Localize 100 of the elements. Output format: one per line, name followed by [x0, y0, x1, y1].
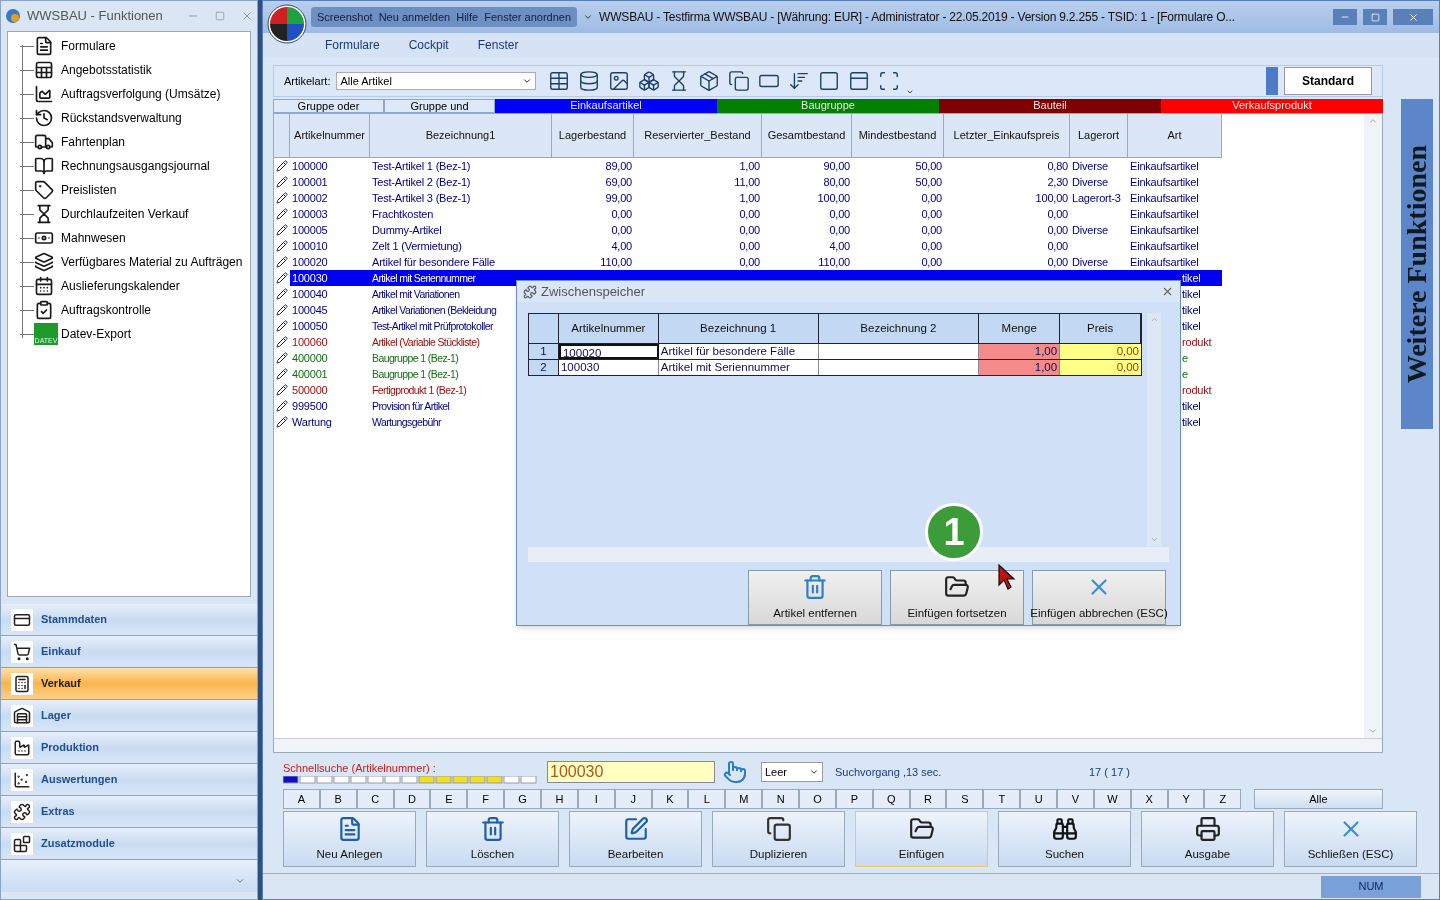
- table-cell-text: tikel: [1182, 399, 1202, 414]
- table-cell-text: Lagerort-3: [1071, 191, 1122, 206]
- table-cell-text: Artikel mit Variationen: [371, 287, 461, 302]
- table-cell-text: 100010: [291, 239, 329, 254]
- table-cell-text: Diverse: [1071, 223, 1109, 238]
- table-cell-text: Test-Artikel mit Prüfprotokoller: [371, 319, 495, 334]
- table-cell-text: 100000: [291, 159, 329, 174]
- table-cell-text: 100,00: [816, 191, 851, 206]
- table-cell-text: Einkaufsartikel: [1129, 159, 1200, 174]
- table-cell-text: tikel: [1182, 271, 1202, 286]
- table-cell-text: 0,00: [738, 239, 761, 254]
- table-cell-text: Einkaufsartikel: [1129, 191, 1200, 206]
- table-cell-text: 11,00: [733, 175, 761, 190]
- table-cell-text: 500000: [291, 383, 329, 398]
- table-cell-text: 50,00: [914, 159, 943, 174]
- num-lock-indicator: NUM: [1321, 875, 1421, 898]
- table-cell-text: 0,00: [920, 239, 943, 254]
- table-cell-text: 90,00: [822, 159, 851, 174]
- search-timing: Suchvorgang ,13 sec.: [835, 764, 943, 780]
- table-cell-text: Baugruppe 1 (Bez-1): [371, 351, 460, 366]
- table-cell-text: 50,00: [914, 175, 943, 190]
- table-cell-text: Test-Artikel 2 (Bez-1): [371, 175, 472, 190]
- table-cell-text: Diverse: [1071, 255, 1109, 270]
- table-cell-text: 69,00: [604, 175, 633, 190]
- table-cell-text: 89,00: [604, 159, 633, 174]
- filter-label: Artikelart:: [284, 73, 331, 89]
- table-cell-text: Wartungsgebühr: [371, 415, 443, 430]
- table-cell-text: 4,00: [610, 239, 633, 254]
- table-cell-text: 0,00: [1046, 223, 1069, 238]
- table-cell-text: Artikel für besondere Fälle: [371, 255, 496, 270]
- table-cell-text: 999500: [291, 399, 329, 414]
- table-cell-text: 100060: [291, 335, 329, 350]
- table-cell-text: 0,00: [828, 207, 851, 222]
- table-cell-text: e: [1182, 351, 1189, 366]
- table-cell-text: 100003: [291, 207, 329, 222]
- table-cell-text: 1,00: [738, 159, 761, 174]
- table-cell-text: 100050: [291, 319, 329, 334]
- table-cell-text: 1,00: [738, 191, 761, 206]
- window-title: WWSBAU - Testfirma WWSBAU - [Währung: EUR] - Administrator - 22.05.2019 - Version 9.2.255 - TSID: 1 - [Formulare O...: [599, 9, 1235, 26]
- table-cell-text: 400001: [291, 367, 329, 382]
- window-title: WWSBAU - Funktionen: [27, 7, 163, 26]
- table-cell-text: Baugruppe 1 (Bez-1): [371, 367, 460, 382]
- table-cell-text: 0,00: [920, 255, 943, 270]
- table-cell-text: 0,00: [738, 207, 761, 222]
- table-cell: Artikel mit Seriennummer: [658, 360, 819, 376]
- table-cell-text: Provision für Artikel: [371, 399, 451, 414]
- table-cell-text: Artikel mit Seriennummer: [371, 271, 477, 286]
- table-cell-text: Diverse: [1071, 159, 1109, 174]
- table-cell: 0,00: [1060, 360, 1141, 376]
- table-cell: 0,00: [1060, 344, 1141, 360]
- table-cell-text: e: [1182, 367, 1189, 382]
- table-cell-text: 100002: [291, 191, 329, 206]
- table-cell-text: Diverse: [1071, 175, 1109, 190]
- table-cell-text: tikel: [1182, 287, 1202, 302]
- table-cell-text: 80,00: [822, 175, 851, 190]
- table-cell-text: 0,00: [1046, 239, 1069, 254]
- table-cell-text: Einkaufsartikel: [1129, 223, 1200, 238]
- table-cell-text: 100005: [291, 223, 329, 238]
- table-cell-text: 110,00: [599, 255, 633, 270]
- table-cell-text: Artikel (Variable Stückliste): [371, 335, 481, 350]
- table-cell-text: Artikel Variationen (Bekleidung: [371, 303, 498, 318]
- table-cell-text: Einkaufsartikel: [1129, 255, 1200, 270]
- table-cell-text: 400000: [291, 351, 329, 366]
- table-cell-text: Dummy-Artikel: [371, 223, 443, 238]
- table-cell: 1,00: [979, 344, 1061, 360]
- table-cell-text: 0,00: [1046, 207, 1069, 222]
- table-cell-text: 4,00: [828, 239, 851, 254]
- table-cell-text: tikel: [1182, 319, 1202, 334]
- table-cell: Artikel für besondere Fälle: [658, 344, 819, 360]
- table-cell-text: 0,80: [1046, 159, 1069, 174]
- table-cell-text: Wartung: [291, 415, 333, 430]
- table-cell-text: 100040: [291, 287, 329, 302]
- table-cell-text: tikel: [1182, 303, 1202, 318]
- table-cell-text: 110,00: [817, 255, 851, 270]
- table-cell-text: 99,00: [604, 191, 633, 206]
- table-cell-text: rodukt: [1182, 383, 1213, 398]
- step-badge: 1: [925, 503, 983, 561]
- table-cell: 1,00: [979, 360, 1061, 376]
- table-cell-text: 0,00: [920, 223, 943, 238]
- table-cell-text: 0,00: [920, 191, 943, 206]
- table-cell-text: rodukt: [1182, 335, 1213, 350]
- table-cell-text: 0,00: [738, 223, 761, 238]
- table-cell-text: 100001: [291, 175, 329, 190]
- table-cell-text: 100,00: [1034, 191, 1069, 206]
- record-count: 17 ( 17 ): [1089, 764, 1130, 780]
- table-cell-text: Fertigprodukt 1 (Bez-1): [371, 383, 468, 398]
- table-cell-text: 0,00: [610, 207, 633, 222]
- table-cell-text: Test-Artikel 1 (Bez-1): [371, 159, 472, 174]
- table-cell-text: Einkaufsartikel: [1129, 175, 1200, 190]
- table-cell-text: tikel: [1182, 415, 1202, 430]
- table-cell-text: 0,00: [738, 255, 761, 270]
- table-cell-text: Frachtkosten: [371, 207, 435, 222]
- table-cell-text: 0,00: [1046, 255, 1069, 270]
- table-cell-text: 2,30: [1046, 175, 1069, 190]
- table-cell-text: Zelt 1 (Vermietung): [371, 239, 463, 254]
- table-cell-text: 0,00: [610, 223, 633, 238]
- table-cell-text: 0,00: [828, 223, 851, 238]
- table-cell-text: 0,00: [920, 207, 943, 222]
- table-cell-text: 100020: [291, 255, 329, 270]
- table-cell-text: 100045: [291, 303, 329, 318]
